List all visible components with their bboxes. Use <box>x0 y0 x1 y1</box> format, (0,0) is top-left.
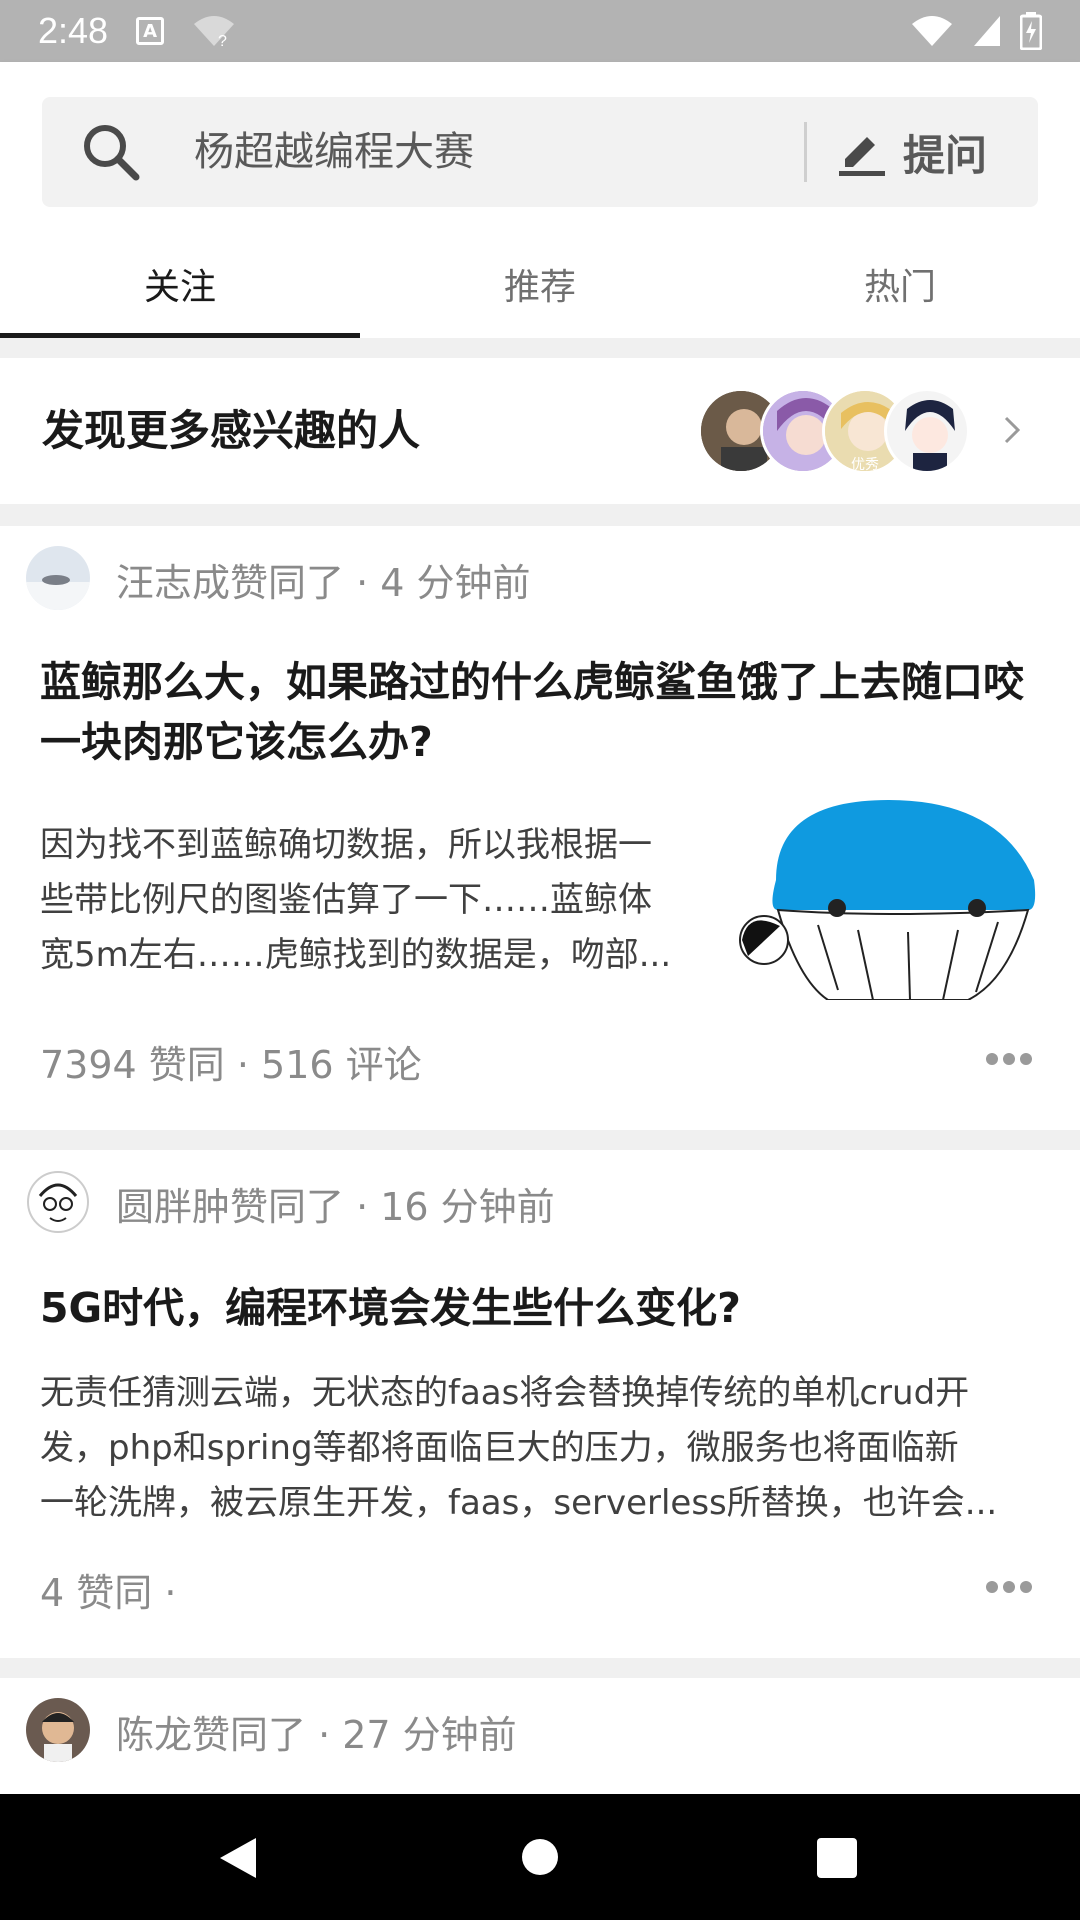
search-divider <box>804 122 807 182</box>
excerpt-line: 无责任猜测云端，无状态的faas将会替换掉传统的单机crud开 <box>40 1373 970 1413</box>
feed-title[interactable]: 蓝鲸那么大，如果路过的什么虎鲸鲨鱼饿了上去随口咬一块肉那它该怎么办? <box>40 652 1040 772</box>
pencil-icon <box>839 137 885 176</box>
excerpt-line: 因为找不到蓝鲸确切数据，所以我根据一 <box>40 825 652 865</box>
wifi-icon <box>912 16 952 46</box>
tab-following[interactable]: 关注 <box>0 230 360 338</box>
avatar[interactable] <box>26 1170 90 1234</box>
tab-recommended[interactable]: 推荐 <box>360 230 720 338</box>
battery-icon <box>1020 12 1042 50</box>
home-icon[interactable] <box>521 1838 559 1876</box>
section-gap <box>0 1130 1080 1150</box>
feed-stats: 7394 赞同 · 516 评论 <box>40 1043 422 1087</box>
feed-card[interactable]: 陈龙赞同了 · 27 分钟前 <box>0 1678 1080 1794</box>
feed-excerpt[interactable]: 无责任猜测云端，无状态的faas将会替换掉传统的单机crud开 发，php和sp… <box>40 1366 1050 1531</box>
more-options-icon[interactable] <box>985 1052 1033 1066</box>
section-gap <box>0 504 1080 526</box>
whale-thumbnail[interactable] <box>738 800 1038 1000</box>
feed-meta: 汪志成赞同了 · 4 分钟前 <box>116 561 531 605</box>
excerpt-line: 些带比例尺的图鉴估算了一下……蓝鲸体 <box>40 880 652 920</box>
discover-title: 发现更多感兴趣的人 <box>42 406 421 455</box>
search-icon <box>84 125 140 181</box>
search-bar[interactable]: 杨超越编程大赛 提问 <box>42 97 1038 207</box>
excerpt-line: 一轮洗牌，被云原生开发，faas，serverless所替换，也许会... <box>40 1483 998 1523</box>
tab-bar: 关注 推荐 热门 <box>0 230 1080 338</box>
feed-card[interactable]: 圆胖肿赞同了 · 16 分钟前 5G时代，编程环境会发生些什么变化? 无责任猜测… <box>0 1150 1080 1658</box>
avatar[interactable] <box>26 1698 90 1762</box>
chevron-right-icon <box>1004 416 1021 444</box>
avatar <box>884 388 970 474</box>
feed-stats: 4 赞同 · <box>40 1571 177 1615</box>
back-icon[interactable] <box>216 1834 260 1882</box>
search-input[interactable]: 杨超越编程大赛 <box>194 97 474 207</box>
header: 杨超越编程大赛 提问 关注 推荐 热门 <box>0 62 1080 338</box>
suggested-avatars: 优秀 <box>698 388 978 474</box>
status-bar: 2:48 A ? <box>0 0 1080 62</box>
section-gap <box>0 1658 1080 1678</box>
discover-people-row[interactable]: 发现更多感兴趣的人 优秀 <box>0 358 1080 504</box>
feed-meta: 陈龙赞同了 · 27 分钟前 <box>116 1713 517 1757</box>
wifi-question-icon: ? <box>194 16 235 48</box>
avatar[interactable] <box>26 546 90 610</box>
more-options-icon[interactable] <box>985 1580 1033 1594</box>
navigation-bar <box>0 1794 1080 1920</box>
svg-text:?: ? <box>218 33 227 48</box>
recents-icon[interactable] <box>817 1838 857 1878</box>
excerpt-line: 宽5m左右……虎鲸找到的数据是，吻部... <box>40 935 672 975</box>
ask-question-button[interactable]: 提问 <box>837 115 1017 189</box>
signal-icon <box>974 16 1000 46</box>
svg-text:优秀: 优秀 <box>851 457 879 473</box>
feed-title[interactable]: 5G时代，编程环境会发生些什么变化? <box>40 1278 1040 1338</box>
notification-a-icon: A <box>136 17 165 45</box>
section-gap <box>0 338 1080 358</box>
status-time: 2:48 <box>38 10 109 51</box>
tab-hot[interactable]: 热门 <box>720 230 1080 338</box>
ask-question-label: 提问 <box>903 130 988 180</box>
feed-card[interactable]: 汪志成赞同了 · 4 分钟前 蓝鲸那么大，如果路过的什么虎鲸鲨鱼饿了上去随口咬一… <box>0 526 1080 1130</box>
excerpt-line: 发，php和spring等都将面临巨大的压力，微服务也将面临新 <box>40 1428 959 1468</box>
feed-excerpt[interactable]: 因为找不到蓝鲸确切数据，所以我根据一 些带比例尺的图鉴估算了一下……蓝鲸体 宽5… <box>40 818 740 983</box>
feed-meta: 圆胖肿赞同了 · 16 分钟前 <box>116 1185 555 1229</box>
